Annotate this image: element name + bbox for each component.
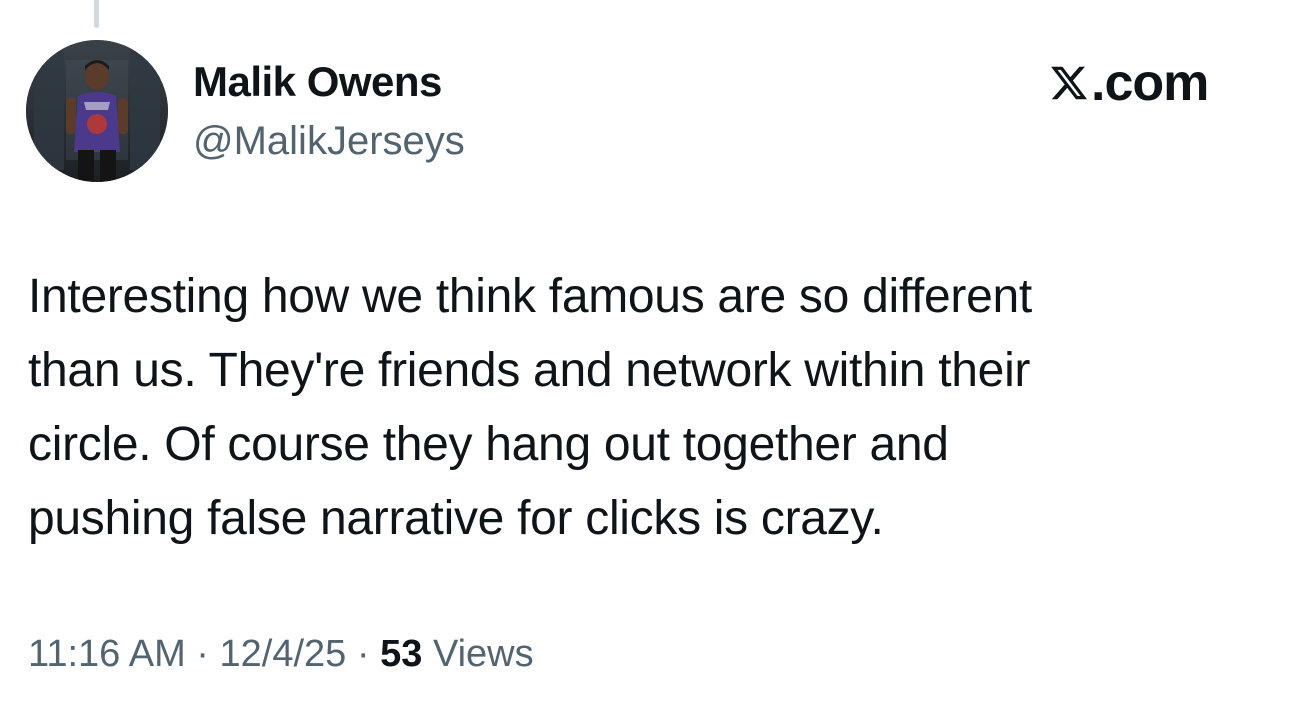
- tweet-body: Interesting how we think famous are so d…: [28, 260, 1268, 556]
- tweet-date[interactable]: 12/4/25: [220, 633, 347, 675]
- author-handle[interactable]: @MalikJerseys: [193, 119, 465, 164]
- tweet-line: circle. Of course they hang out together…: [28, 418, 949, 471]
- avatar-photo-icon: [26, 40, 168, 182]
- tweet-time[interactable]: 11:16 AM: [28, 633, 186, 675]
- tweet-line: Interesting how we think famous are so d…: [28, 270, 1032, 323]
- x-logo-icon: [1051, 66, 1088, 100]
- x-brand-watermark: .com: [1049, 54, 1209, 112]
- tweet-meta: 11:16 AM · 12/4/25 · 53 Views: [28, 633, 534, 676]
- author-display-name[interactable]: Malik Owens: [193, 58, 442, 106]
- thread-connector-line: [94, 0, 99, 28]
- meta-separator: ·: [196, 633, 209, 675]
- tweet-line: pushing false narrative for clicks is cr…: [28, 492, 884, 545]
- x-domain-text: .com: [1091, 54, 1209, 112]
- views-label[interactable]: Views: [433, 633, 534, 675]
- author-avatar[interactable]: [26, 40, 168, 182]
- tweet-line: than us. They're friends and network wit…: [28, 344, 1031, 397]
- views-count[interactable]: 53: [380, 633, 422, 675]
- meta-separator: ·: [356, 633, 370, 675]
